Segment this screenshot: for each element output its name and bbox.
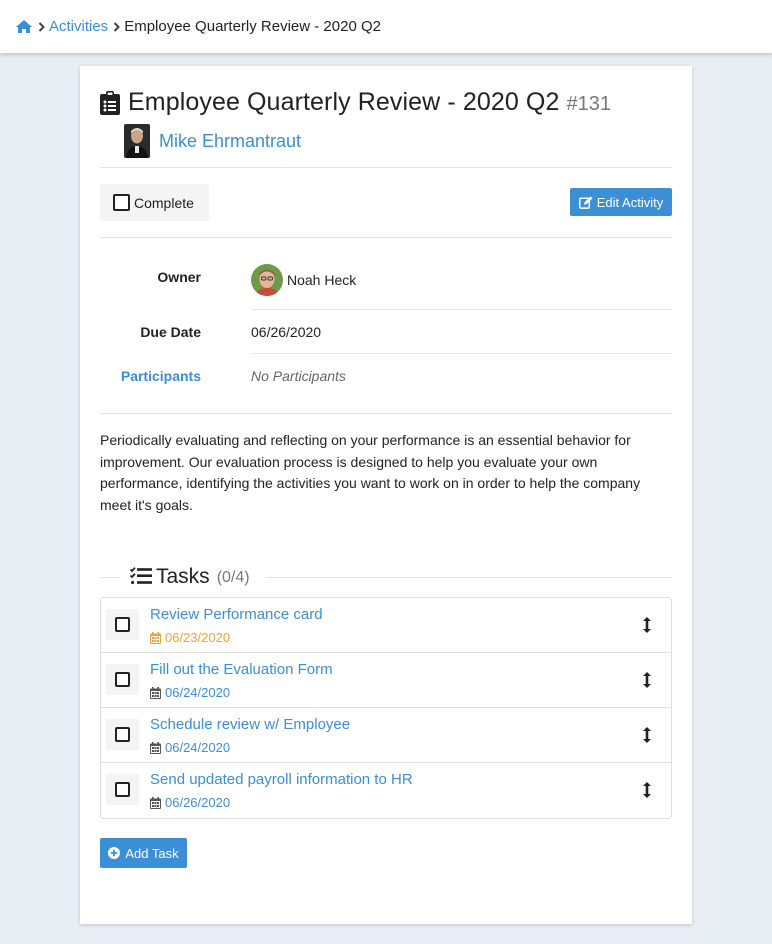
due-date-value: 06/26/2020 [251, 324, 322, 340]
task-title-link[interactable]: Fill out the Evaluation Form [150, 661, 333, 678]
tasks-count: (0/4) [216, 569, 250, 586]
person-link[interactable]: Mike Ehrmantraut [159, 131, 301, 152]
calendar-icon [150, 686, 161, 699]
task-row: Schedule review w/ Employee 06/24/2020 [101, 708, 671, 763]
task-date-text: 06/24/2020 [165, 685, 231, 700]
legend-line [266, 577, 672, 578]
checkbox-icon [115, 672, 130, 687]
task-date-text: 06/23/2020 [165, 630, 231, 645]
task-checkbox[interactable] [106, 774, 139, 805]
drag-handle-icon[interactable] [641, 782, 653, 801]
clipboard-list-icon [100, 90, 120, 115]
tasks-done-count: 0 [222, 569, 231, 586]
home-icon[interactable] [15, 19, 33, 34]
owner-value: Noah Heck [251, 264, 356, 296]
task-row: Send updated payroll information to HR 0… [101, 763, 671, 818]
task-due-date: 06/23/2020 [150, 630, 230, 645]
task-list: Review Performance card 06/23/2020 Fill … [100, 597, 672, 819]
drag-handle-icon[interactable] [641, 727, 653, 746]
drag-handle-icon[interactable] [641, 672, 653, 691]
tasks-header: Tasks (0/4) [100, 562, 672, 592]
calendar-icon [150, 741, 161, 754]
task-checkbox[interactable] [106, 719, 139, 750]
edit-activity-button[interactable]: Edit Activity [570, 188, 672, 216]
activity-id: #131 [566, 93, 611, 115]
row-divider [251, 309, 672, 310]
task-checkbox[interactable] [106, 664, 139, 695]
task-title-link[interactable]: Review Performance card [150, 606, 323, 623]
complete-label: Complete [134, 194, 194, 211]
title-row: Employee Quarterly Review - 2020 Q2 #131 [100, 88, 611, 117]
task-row: Review Performance card 06/23/2020 [101, 598, 671, 653]
edit-activity-label: Edit Activity [596, 194, 664, 210]
task-due-date: 06/24/2020 [150, 740, 230, 755]
checkbox-icon [115, 727, 130, 742]
divider [100, 237, 672, 238]
add-task-label: Add Task [125, 845, 179, 861]
calendar-icon [150, 631, 161, 644]
avatar [124, 124, 150, 158]
participants-link[interactable]: Participants [80, 368, 201, 384]
breadcrumb-current: Employee Quarterly Review - 2020 Q2 [124, 18, 381, 35]
activity-card: Employee Quarterly Review - 2020 Q2 #131… [80, 66, 692, 924]
checkbox-icon [113, 194, 130, 211]
participants-value: No Participants [251, 368, 346, 384]
breadcrumb: Activities Employee Quarterly Review - 2… [0, 0, 772, 53]
activity-description: Periodically evaluating and reflecting o… [100, 432, 641, 514]
checkbox-icon [115, 617, 130, 632]
divider [100, 413, 672, 414]
legend-line [100, 577, 120, 578]
task-date-text: 06/26/2020 [165, 795, 231, 810]
task-row: Fill out the Evaluation Form 06/24/2020 [101, 653, 671, 708]
edit-icon [578, 195, 593, 209]
divider [100, 167, 672, 168]
task-due-date: 06/26/2020 [150, 795, 230, 810]
related-person: Mike Ehrmantraut [124, 124, 301, 158]
add-task-button[interactable]: Add Task [100, 838, 187, 868]
tasks-legend: Tasks (0/4) [129, 562, 250, 592]
complete-button[interactable]: Complete [100, 184, 209, 221]
task-checkbox[interactable] [106, 609, 139, 640]
checkbox-icon [115, 782, 130, 797]
task-due-date: 06/24/2020 [150, 685, 230, 700]
tasks-icon [129, 566, 152, 588]
owner-label: Owner [157, 269, 201, 285]
plus-circle-icon [108, 847, 121, 859]
task-title-link[interactable]: Schedule review w/ Employee [150, 716, 350, 733]
avatar [251, 264, 283, 296]
calendar-icon [150, 796, 161, 809]
chevron-right-icon [38, 21, 45, 32]
task-date-text: 06/24/2020 [165, 740, 231, 755]
task-title-link[interactable]: Send updated payroll information to HR [150, 771, 413, 788]
row-divider [251, 353, 672, 354]
drag-handle-icon[interactable] [641, 617, 653, 636]
chevron-right-icon [113, 21, 121, 32]
page-title: Employee Quarterly Review - 2020 Q2 [128, 88, 560, 116]
tasks-total-count: 4 [235, 569, 245, 586]
tasks-heading: Tasks [156, 565, 210, 588]
owner-name: Noah Heck [287, 272, 357, 288]
breadcrumb-activities-link[interactable]: Activities [49, 18, 108, 35]
due-date-label: Due Date [140, 324, 201, 340]
